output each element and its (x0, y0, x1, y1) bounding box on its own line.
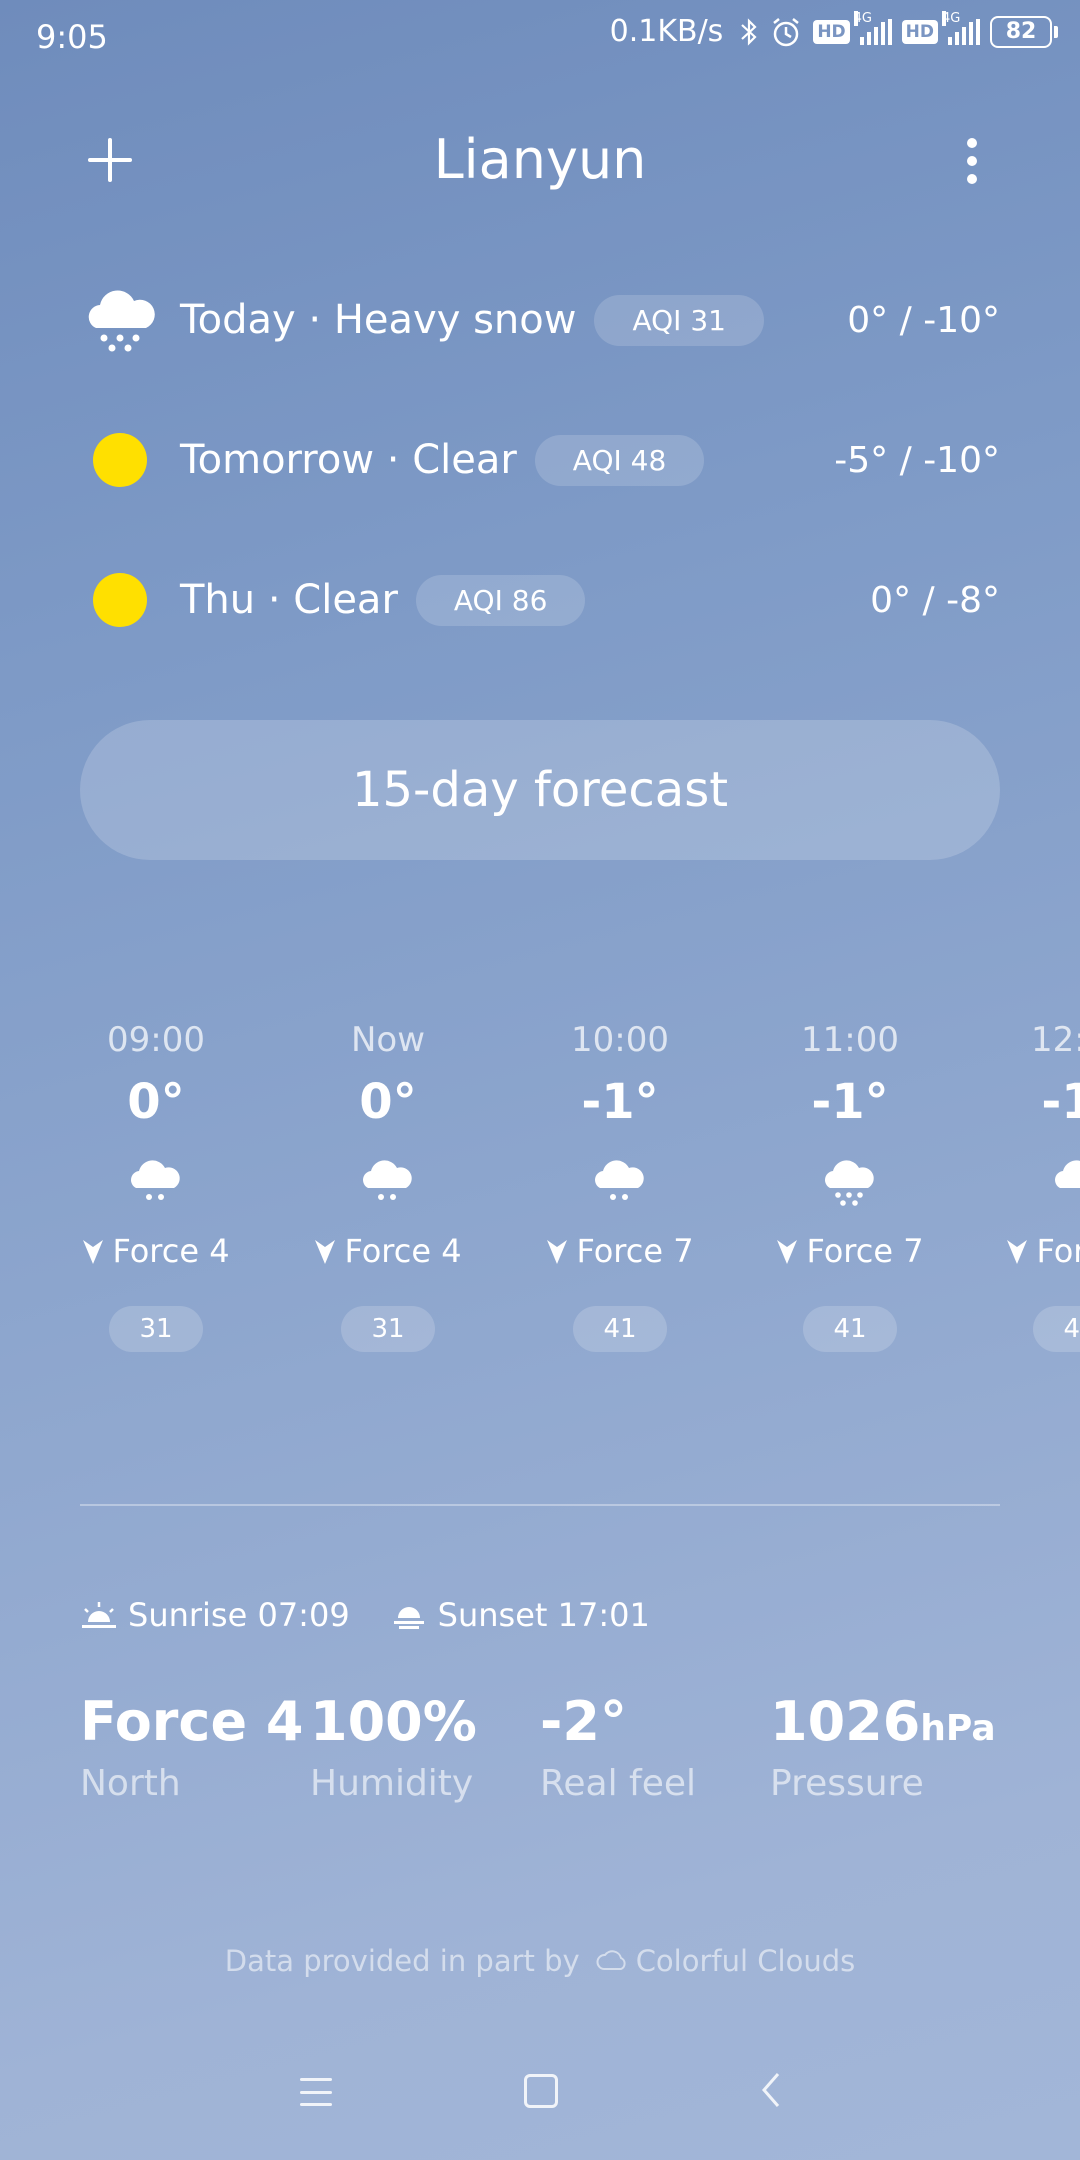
sunrise-time: Sunrise 07:09 (128, 1596, 350, 1634)
hour-temp: -1° (581, 1074, 659, 1130)
light-snow-icon (126, 1152, 186, 1208)
stat-label: North (80, 1763, 181, 1804)
day-temp-range: -5° / -10° (834, 439, 1000, 481)
hour-wind: Force 4 (40, 1232, 272, 1270)
fifteen-day-forecast-button[interactable]: 15-day forecast (80, 720, 1000, 860)
hour-aqi-badge: 41 (573, 1306, 667, 1352)
stat-pressure: 1026hPa Pressure (770, 1690, 996, 1804)
hour-wind: Force 7 (734, 1232, 966, 1270)
hd-icon: HD (813, 19, 850, 44)
light-snow-icon (590, 1152, 650, 1208)
hour-time: 10:00 (571, 1020, 669, 1060)
aqi-badge: AQI 86 (415, 574, 586, 626)
day-label: Today · Heavy snow (180, 297, 577, 343)
home-button[interactable] (524, 2074, 558, 2108)
credit-prefix: Data provided in part by (224, 1944, 580, 1978)
hourly-item: 11:00 -1° Force 7 41 (734, 1020, 966, 1352)
sun-icon (80, 420, 160, 500)
day-row-thu[interactable]: Thu · Clear AQI 86 0° / -8° (80, 560, 1000, 640)
signal-icon: 4G (853, 10, 892, 45)
net-speed: 0.1KB/s (609, 14, 724, 49)
aqi-badge: AQI 48 (534, 434, 705, 486)
wind-force: Force 7 (806, 1232, 924, 1270)
hour-wind: Force 7 (504, 1232, 736, 1270)
hourly-item: 12:00 -1° Force 7 41 (964, 1020, 1080, 1352)
hour-temp: -1° (1041, 1074, 1080, 1130)
status-icons: 0.1KB/s HD 4G HD 4G 82 (609, 10, 1058, 49)
wind-direction-icon (777, 1240, 798, 1264)
more-options-button[interactable] (966, 138, 978, 184)
hour-temp: -1° (811, 1074, 889, 1130)
wind-direction-icon (1007, 1240, 1028, 1264)
stat-real-feel: -2° Real feel (540, 1690, 696, 1804)
hourly-item: 09:00 0° Force 4 31 (40, 1020, 272, 1352)
sunset-icon (393, 1607, 424, 1629)
hourly-forecast-scroller[interactable]: 09:00 0° Force 4 31 Now 0° Force 4 31 10… (0, 1020, 1080, 1420)
data-credit[interactable]: Data provided in part by Colorful Clouds (0, 1944, 1080, 1978)
recent-apps-button[interactable] (300, 2078, 332, 2106)
wind-force: Force 7 (576, 1232, 694, 1270)
stat-label: Humidity (310, 1763, 474, 1804)
day-row-today[interactable]: Today · Heavy snow AQI 31 0° / -10° (80, 280, 1000, 360)
day-temp-range: 0° / -8° (870, 579, 1000, 621)
wind-direction-icon (315, 1240, 336, 1264)
cloud-icon (1050, 1152, 1080, 1208)
stat-wind: Force 4 North (80, 1690, 303, 1804)
hour-temp: 0° (359, 1074, 417, 1130)
sunrise-icon (82, 1602, 116, 1628)
sunset: Sunset 17:01 (390, 1596, 650, 1634)
signal-icon: 4G (942, 10, 980, 45)
hour-time: 11:00 (801, 1020, 899, 1060)
hourly-item: Now 0° Force 4 31 (272, 1020, 504, 1352)
stat-value: 100% (310, 1690, 477, 1753)
status-time: 9:05 (36, 18, 108, 56)
city-title: Lianyun (433, 128, 647, 191)
back-button[interactable] (758, 2070, 782, 2110)
sun-times: Sunrise 07:09 Sunset 17:01 (80, 1596, 650, 1634)
hour-wind: Force 4 (272, 1232, 504, 1270)
stat-label: Real feel (540, 1763, 697, 1804)
stat-unit: hPa (920, 1708, 996, 1749)
alarm-icon (773, 17, 800, 46)
divider (80, 1504, 1000, 1506)
hour-time: 12:00 (1031, 1020, 1080, 1060)
stat-value: -2° (540, 1690, 627, 1753)
wind-force: Force 7 (1036, 1232, 1080, 1270)
sunset-time: Sunset 17:01 (437, 1596, 650, 1634)
day-label: Thu · Clear (180, 577, 398, 623)
aqi-badge: AQI 31 (594, 294, 764, 346)
system-nav-bar (0, 2060, 1080, 2130)
heavy-snow-icon (820, 1152, 880, 1208)
wind-direction-icon (547, 1240, 568, 1264)
day-label: Tomorrow · Clear (180, 437, 517, 483)
hour-aqi-badge: 41 (1033, 1306, 1080, 1352)
hour-aqi-badge: 31 (341, 1306, 435, 1352)
hour-aqi-badge: 41 (803, 1306, 897, 1352)
bluetooth-icon (741, 17, 757, 46)
light-snow-icon (358, 1152, 418, 1208)
stat-label: Pressure (770, 1763, 924, 1804)
hour-time: 09:00 (107, 1020, 205, 1060)
stat-humidity: 100% Humidity (310, 1690, 477, 1804)
hd-icon: HD (901, 19, 938, 44)
wind-force: Force 4 (344, 1232, 462, 1270)
stat-value: 1026 (770, 1690, 921, 1753)
wind-direction-icon (83, 1240, 104, 1264)
sunrise: Sunrise 07:09 (80, 1596, 350, 1634)
day-temp-range: 0° / -10° (847, 299, 1000, 341)
day-row-tomorrow[interactable]: Tomorrow · Clear AQI 48 -5° / -10° (80, 420, 1000, 500)
hour-aqi-badge: 31 (109, 1306, 203, 1352)
colorful-clouds-logo-icon (596, 1950, 626, 1970)
wind-force: Force 4 (112, 1232, 230, 1270)
hour-time: Now (350, 1020, 426, 1060)
hourly-item: 10:00 -1° Force 7 41 (504, 1020, 736, 1352)
sun-icon (80, 560, 160, 640)
hour-wind: Force 7 (964, 1232, 1080, 1270)
hour-temp: 0° (127, 1074, 185, 1130)
stat-value: Force 4 (80, 1690, 304, 1753)
credit-brand: Colorful Clouds (594, 1944, 855, 1978)
snow-cloud-icon (80, 280, 160, 360)
battery-icon: 82 (990, 15, 1058, 48)
